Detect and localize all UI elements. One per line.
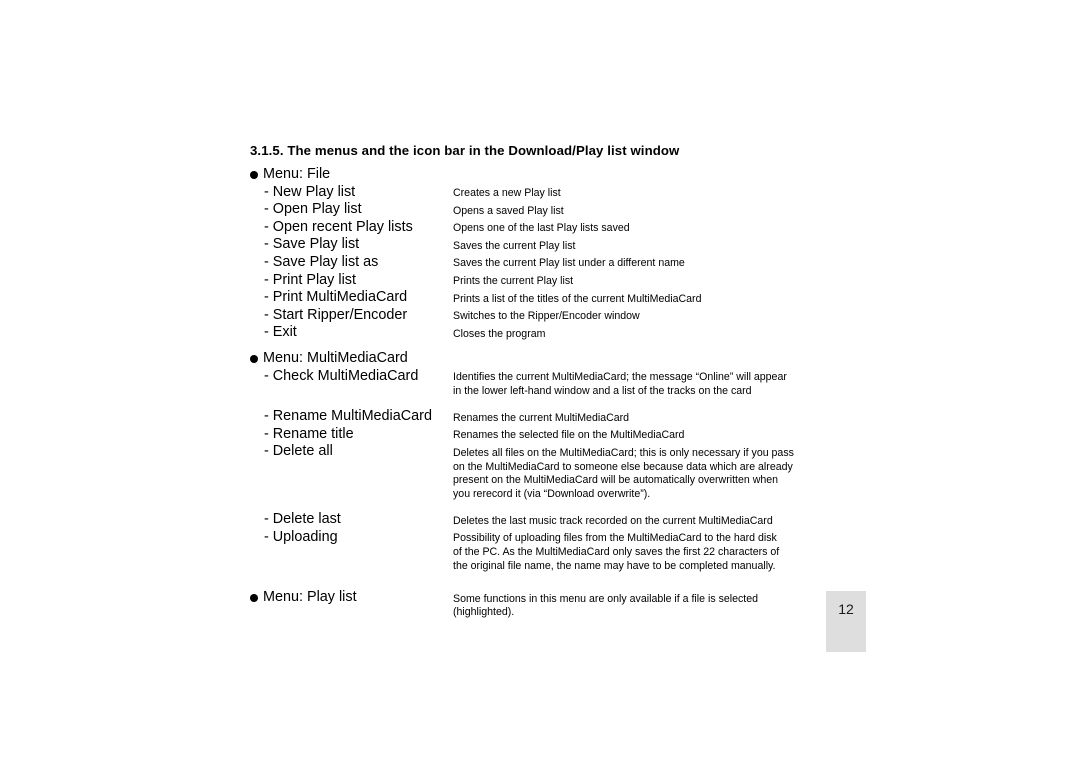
description-line: Opens a saved Play list bbox=[453, 204, 564, 217]
description-line: Deletes the last music track recorded on… bbox=[453, 514, 773, 527]
menu-entry-row[interactable]: - Save Play list Saves the current Play … bbox=[250, 236, 870, 254]
description-line: Switches to the Ripper/Encoder window bbox=[453, 310, 640, 323]
menu-item-label: - Rename title bbox=[264, 425, 354, 442]
description-line: Prints the current Play list bbox=[453, 275, 574, 288]
menu-entry-row[interactable]: - Delete last Deletes the last music tra… bbox=[250, 511, 870, 529]
description-line: Identifies the current MultiMediaCard; t… bbox=[453, 371, 787, 384]
menu-item-label: - Save Play list bbox=[264, 236, 360, 253]
menu-item-description: Deletes all files on the MultiMediaCard;… bbox=[453, 443, 870, 501]
description-line: Some functions in this menu are only ava… bbox=[453, 592, 759, 605]
menu-item-description: Identifies the current MultiMediaCard; t… bbox=[453, 368, 870, 399]
menu-entry-row[interactable]: - Rename MultiMediaCard Renames the curr… bbox=[250, 408, 870, 426]
menu-item-label: - Open Play list bbox=[264, 201, 362, 218]
menu-item-description: Prints the current Play list bbox=[453, 272, 870, 289]
description-line: the original file name, the name may hav… bbox=[453, 559, 776, 572]
description-line: Creates a new Play list bbox=[453, 187, 561, 200]
menu-entry-row[interactable]: - Open recent Play lists Opens one of th… bbox=[250, 219, 870, 237]
menu-item-label: - Print Play list bbox=[264, 271, 356, 288]
menu-entry-row[interactable]: - Start Ripper/Encoder Switches to the R… bbox=[250, 307, 870, 325]
menu-entry-row[interactable]: - Rename title Renames the selected file… bbox=[250, 426, 870, 444]
menu-item-description: Prints a list of the titles of the curre… bbox=[453, 289, 870, 306]
menu-entry-row[interactable]: - Delete all Deletes all files on the Mu… bbox=[250, 443, 870, 501]
page-title: 3.1.5. The menus and the icon bar in the… bbox=[250, 143, 680, 158]
menu-item-label: - Check MultiMediaCard bbox=[264, 367, 419, 384]
menu-item-description: Opens one of the last Play lists saved bbox=[453, 219, 870, 236]
description-line: you rerecord it (via “Download overwrite… bbox=[453, 487, 651, 500]
menu-group-head: Menu: Play list bbox=[250, 589, 453, 607]
menu-item-description: Closes the program bbox=[453, 324, 870, 341]
description-line: in the lower left-hand window and a list… bbox=[453, 384, 752, 397]
menu-group-playlist: Menu: Play list Some functions in this m… bbox=[250, 589, 870, 620]
menu-entry-row[interactable]: - Exit Closes the program bbox=[250, 324, 870, 342]
menu-item-description: Switches to the Ripper/Encoder window bbox=[453, 307, 870, 324]
description-line: present on the MultiMediaCard will be au… bbox=[453, 474, 779, 487]
menu-item-label: - Delete last bbox=[264, 511, 341, 528]
menu-item-label: - Print MultiMediaCard bbox=[264, 289, 408, 306]
menu-group-file: Menu: File bbox=[250, 166, 870, 184]
document-page: 3.1.5. The menus and the icon bar in the… bbox=[0, 0, 1080, 763]
menu-item-description: Saves the current Play list under a diff… bbox=[453, 254, 870, 271]
description-line: Closes the program bbox=[453, 327, 546, 340]
menu-item-label: - Uploading bbox=[264, 528, 338, 545]
menu-entry-row[interactable]: - Print Play list Prints the current Pla… bbox=[250, 272, 870, 290]
description-line: Prints a list of the titles of the curre… bbox=[453, 292, 702, 305]
document-body: Menu: File - New Play list Creates a new… bbox=[250, 166, 870, 620]
page-number-box: 12 bbox=[826, 591, 866, 652]
bullet-icon bbox=[250, 354, 258, 363]
menu-entry-row[interactable]: - Check MultiMediaCard Identifies the cu… bbox=[250, 368, 870, 399]
menu-item-description: Renames the selected file on the MultiMe… bbox=[453, 426, 870, 443]
menu-item-label: - Rename MultiMediaCard bbox=[264, 408, 432, 425]
menu-group-label: Menu: Play list bbox=[263, 589, 357, 606]
description-line: of the PC. As the MultiMediaCard only sa… bbox=[453, 545, 780, 558]
description-line: Possibility of uploading files from the … bbox=[453, 532, 777, 545]
menu-group-description: Some functions in this menu are only ava… bbox=[453, 589, 870, 620]
bullet-icon bbox=[250, 594, 258, 603]
menu-item-description: Opens a saved Play list bbox=[453, 201, 870, 218]
description-line: Opens one of the last Play lists saved bbox=[453, 222, 630, 235]
menu-item-label: - Delete all bbox=[264, 443, 333, 460]
description-line: (highlighted). bbox=[453, 606, 515, 619]
menu-item-label: - Exit bbox=[264, 324, 297, 341]
menu-group-multimediacard: Menu: MultiMediaCard bbox=[250, 350, 870, 368]
menu-entry-row[interactable]: - Save Play list as Saves the current Pl… bbox=[250, 254, 870, 272]
bullet-icon bbox=[250, 171, 258, 179]
menu-entry-row[interactable]: - New Play list Creates a new Play list bbox=[250, 184, 870, 202]
menu-item-description: Deletes the last music track recorded on… bbox=[453, 511, 870, 528]
menu-item-label: - New Play list bbox=[264, 183, 356, 200]
description-line: Saves the current Play list under a diff… bbox=[453, 257, 685, 270]
menu-item-label: - Open recent Play lists bbox=[264, 218, 413, 235]
menu-item-label: - Start Ripper/Encoder bbox=[264, 306, 408, 323]
description-line: Saves the current Play list bbox=[453, 239, 576, 252]
description-line: Renames the current MultiMediaCard bbox=[453, 411, 630, 424]
menu-group-label: Menu: MultiMediaCard bbox=[263, 349, 408, 366]
description-line: on the MultiMediaCard to someone else be… bbox=[453, 460, 793, 473]
menu-item-description: Creates a new Play list bbox=[453, 184, 870, 201]
menu-item-description: Renames the current MultiMediaCard bbox=[453, 408, 870, 425]
menu-item-description: Saves the current Play list bbox=[453, 236, 870, 253]
menu-item-label: - Save Play list as bbox=[264, 253, 379, 270]
description-line: Deletes all files on the MultiMediaCard;… bbox=[453, 446, 794, 459]
menu-entry-row[interactable]: - Open Play list Opens a saved Play list bbox=[250, 201, 870, 219]
page-number: 12 bbox=[838, 601, 854, 617]
menu-group-label: Menu: File bbox=[263, 166, 331, 182]
menu-item-description: Possibility of uploading files from the … bbox=[453, 529, 870, 573]
menu-entry-row[interactable]: - Print MultiMediaCard Prints a list of … bbox=[250, 289, 870, 307]
description-line: Renames the selected file on the MultiMe… bbox=[453, 429, 685, 442]
menu-entry-row[interactable]: - Uploading Possibility of uploading fil… bbox=[250, 529, 870, 573]
